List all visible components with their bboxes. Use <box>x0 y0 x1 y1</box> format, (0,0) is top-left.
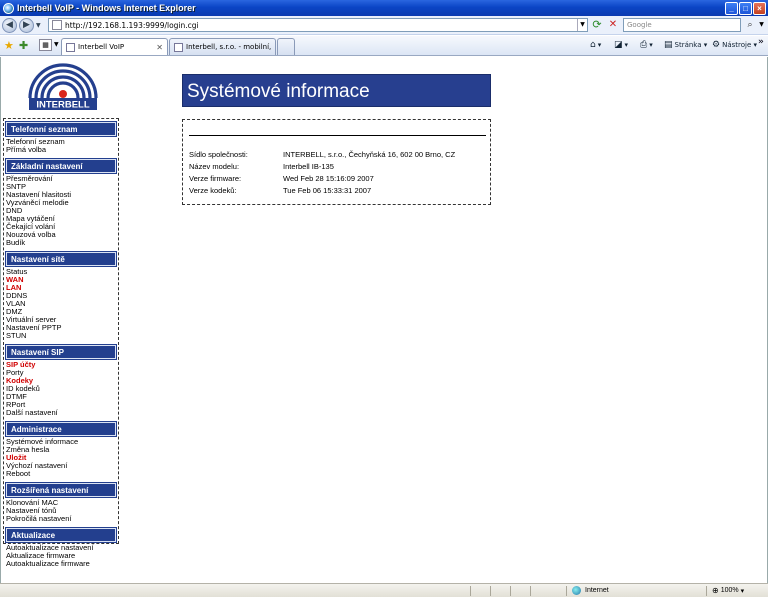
tab-list-dropdown-icon[interactable]: ▼ <box>54 41 59 48</box>
close-button[interactable]: × <box>753 1 766 15</box>
toolbar-overflow-icon[interactable]: » <box>758 37 764 47</box>
page-icon <box>52 20 62 30</box>
sidebar-section-header: Základní nastavení <box>5 158 117 174</box>
sidebar-section-header: Nastavení SIP <box>5 344 117 360</box>
sidebar-link[interactable]: Budík <box>4 239 118 247</box>
quick-tabs-icon[interactable]: ▦ <box>39 39 52 51</box>
sidebar-section-header: Telefonní seznam <box>5 121 117 137</box>
new-tab-button[interactable] <box>277 38 295 55</box>
search-dropdown-icon[interactable]: ▼ <box>757 18 766 32</box>
tab-toolbar: ★ ✚ ▦ ▼ Interbell VoIP ✕ Interbell, s.r.… <box>0 36 768 56</box>
info-row-codecs: Verze kodeků: Tue Feb 06 15:33:31 2007 <box>189 186 371 195</box>
tools-menu[interactable]: ⚙ Nástroje ▾ <box>712 40 757 50</box>
ie-icon <box>3 2 14 14</box>
security-zone[interactable]: Internet <box>572 586 609 595</box>
page-title: Systémové informace <box>182 74 491 107</box>
sidebar-link[interactable]: Autoaktualizace firmware <box>4 560 118 568</box>
tab-close-icon[interactable]: ✕ <box>156 43 163 52</box>
maximize-button[interactable]: □ <box>739 1 752 15</box>
zoom-level: 100% <box>720 587 739 594</box>
info-value: Interbell IB-135 <box>283 162 334 171</box>
status-bar: Internet ⊕ 100% ▾ <box>0 583 768 597</box>
feeds-button[interactable]: ◪ ▾ <box>614 40 628 50</box>
page-menu[interactable]: ▤ Stránka ▾ <box>664 40 707 50</box>
window-title: Interbell VoIP - Windows Internet Explor… <box>17 3 196 13</box>
info-row-company: Sídlo společnosti: INTERBELL, s.r.o., Če… <box>189 150 455 159</box>
zone-label: Internet <box>585 587 609 594</box>
page-content: INTERBELL Telefonní seznam Telefonní sezn… <box>0 57 768 583</box>
rss-icon: ◪ <box>614 40 623 50</box>
divider <box>189 135 486 136</box>
sidebar-link[interactable]: Přímá volba <box>4 146 118 154</box>
sidebar-link[interactable]: Pokročilá nastavení <box>4 515 118 523</box>
info-row-model: Název modelu: Interbell IB-135 <box>189 162 334 171</box>
info-value: Tue Feb 06 15:33:31 2007 <box>283 186 372 195</box>
printer-icon: ⎙ <box>640 40 648 50</box>
system-info-panel: Sídlo společnosti: INTERBELL, s.r.o., Če… <box>182 119 491 205</box>
add-favorite-icon[interactable]: ✚ <box>19 39 28 52</box>
page-menu-icon: ▤ <box>664 40 673 50</box>
minimize-button[interactable]: _ <box>725 1 738 15</box>
tab-interbell-voip[interactable]: Interbell VoIP ✕ <box>61 38 168 55</box>
sidebar-section-header: Rozšířená nastavení <box>5 482 117 498</box>
tab-page-icon <box>66 42 75 52</box>
logo-text: INTERBELL <box>36 100 90 111</box>
info-label: Verze firmware: <box>189 174 242 183</box>
address-bar[interactable]: http://192.168.1.193:9999/login.cgi ▼ <box>48 18 588 32</box>
sidebar-link[interactable]: Další nastavení <box>4 409 118 417</box>
history-dropdown-icon[interactable]: ▼ <box>36 22 41 29</box>
tab-page-icon <box>174 42 183 52</box>
info-label: Verze kodeků: <box>189 186 237 195</box>
search-input[interactable]: Google <box>623 18 741 32</box>
tab-label: Interbell, s.r.o. - mobilní, bez... <box>186 43 271 51</box>
info-value: INTERBELL, s.r.o., Čechyňská 16, 602 00 … <box>283 150 456 159</box>
sidebar-link[interactable]: WAN <box>4 276 118 284</box>
page-menu-label: Stránka <box>674 41 702 49</box>
url-text[interactable]: http://192.168.1.193:9999/login.cgi <box>65 21 577 30</box>
address-dropdown-icon[interactable]: ▼ <box>577 19 587 31</box>
tools-menu-label: Nástroje <box>722 41 752 49</box>
refresh-icon[interactable]: ⟳ <box>590 18 604 32</box>
title-bar: Interbell VoIP - Windows Internet Explor… <box>0 0 768 16</box>
back-button[interactable]: ◀ <box>2 17 17 33</box>
info-label: Název modelu: <box>189 162 240 171</box>
sidebar-link[interactable]: STUN <box>4 332 118 340</box>
print-button[interactable]: ⎙ ▾ <box>640 40 653 50</box>
info-value: Wed Feb 28 15:16:09 2007 <box>283 174 374 183</box>
info-label: Sídlo společnosti: <box>189 150 248 159</box>
zoom-dropdown-icon: ▾ <box>740 587 745 595</box>
forward-button[interactable]: ▶ <box>19 17 34 33</box>
search-icon[interactable]: ⌕ <box>743 18 757 32</box>
info-row-firmware: Verze firmware: Wed Feb 28 15:16:09 2007 <box>189 174 374 183</box>
stop-icon[interactable]: ✕ <box>606 18 620 32</box>
window-controls: _ □ × <box>725 1 766 15</box>
zoom-icon: ⊕ <box>712 586 719 595</box>
home-icon: ⌂ <box>590 40 596 50</box>
interbell-logo: INTERBELL <box>28 63 98 111</box>
globe-icon <box>572 586 581 595</box>
sidebar-section-header: Nastavení sítě <box>5 251 117 267</box>
tab-label: Interbell VoIP <box>78 43 125 51</box>
zoom-control[interactable]: ⊕ 100% ▾ <box>712 586 744 595</box>
gear-icon: ⚙ <box>712 40 721 50</box>
favorites-star-icon[interactable]: ★ <box>4 39 14 52</box>
sidebar-nav: Telefonní seznam Telefonní seznam Přímá vo… <box>3 118 119 568</box>
sidebar-section-header: Administrace <box>5 421 117 437</box>
address-toolbar: ◀ ▶ ▼ http://192.168.1.193:9999/login.cg… <box>0 16 768 35</box>
tab-interbell-site[interactable]: Interbell, s.r.o. - mobilní, bez... <box>169 38 276 55</box>
home-button[interactable]: ⌂ ▾ <box>590 40 601 50</box>
sidebar-link[interactable]: Reboot <box>4 470 118 478</box>
sidebar-section-header: Aktualizace <box>5 527 117 543</box>
